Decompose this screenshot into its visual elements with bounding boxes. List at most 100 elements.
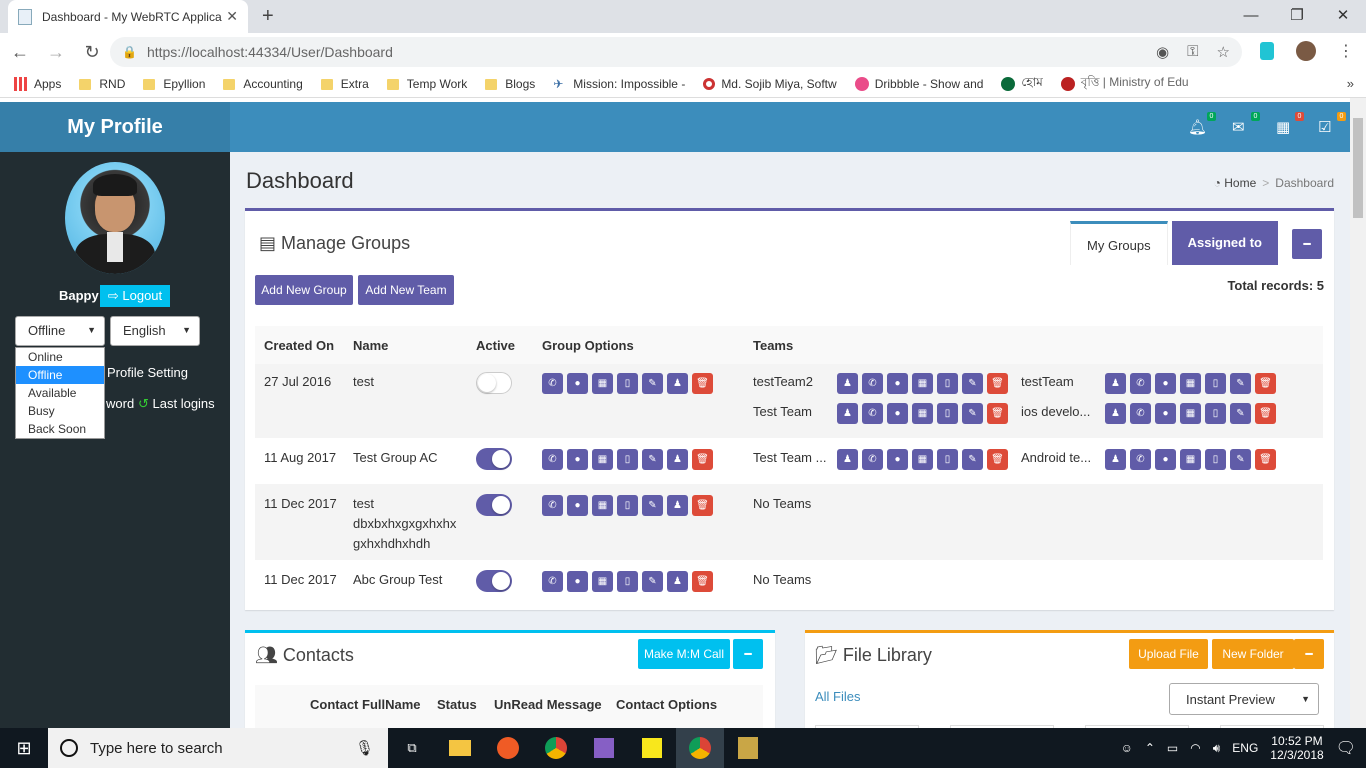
bookmark-link[interactable]: হোম xyxy=(1001,74,1043,94)
address-bar[interactable]: 🔒 https://localhost:44334/User/Dashboard… xyxy=(110,37,1242,67)
reload-icon[interactable]: ↻ xyxy=(76,42,108,63)
status-option[interactable]: Offline xyxy=(16,366,104,384)
back-icon[interactable]: ← xyxy=(4,42,36,63)
delete-icon[interactable]: 🗑︎ xyxy=(692,495,713,516)
user-icon[interactable]: ♟ xyxy=(667,373,688,394)
file-icon[interactable]: ▯ xyxy=(617,373,638,394)
add-new-group-button[interactable]: Add New Group xyxy=(255,275,353,305)
file-icon[interactable]: ▯ xyxy=(1205,373,1226,394)
maximize-icon[interactable]: ❐ xyxy=(1274,0,1320,30)
collapse-files-button[interactable]: ━ xyxy=(1294,639,1324,669)
bookmark-link[interactable]: Dribbble - Show and xyxy=(854,77,983,91)
wifi-icon[interactable]: ◠ xyxy=(1190,741,1200,755)
notifications-icon[interactable]: 🗨︎ xyxy=(1336,738,1356,758)
file-icon[interactable]: ▯ xyxy=(937,373,958,394)
user-icon[interactable]: ♟ xyxy=(837,449,858,470)
preview-mode-select[interactable]: Instant Preview ▼ xyxy=(1169,683,1319,715)
edit-icon[interactable]: ✎ xyxy=(642,373,663,394)
collapse-contacts-button[interactable]: ━ xyxy=(733,639,763,669)
delete-icon[interactable]: 🗑︎ xyxy=(692,373,713,394)
status-option[interactable]: Available xyxy=(16,384,104,402)
bookmark-link[interactable]: Md. Sojib Miya, Softw xyxy=(703,77,837,91)
last-logins-link[interactable]: ↺ Last logins xyxy=(138,396,215,412)
calendar-icon[interactable]: ▦ xyxy=(592,495,613,516)
close-tab-icon[interactable]: ✕ xyxy=(226,8,238,25)
chrome-icon[interactable] xyxy=(532,728,580,768)
calendar-icon[interactable]: ▦ xyxy=(912,403,933,424)
phone-icon[interactable]: ✆ xyxy=(862,403,883,424)
forward-icon[interactable]: → xyxy=(40,42,72,63)
chat-icon[interactable]: ● xyxy=(887,403,908,424)
bookmark-link[interactable]: ✈ Mission: Impossible - xyxy=(553,77,685,91)
delete-icon[interactable]: 🗑︎ xyxy=(692,571,713,592)
phone-icon[interactable]: ✆ xyxy=(542,373,563,394)
clock[interactable]: 10:52 PM 12/3/2018 xyxy=(1270,734,1323,762)
delete-icon[interactable]: 🗑︎ xyxy=(987,373,1008,394)
active-toggle[interactable] xyxy=(476,372,512,394)
chrome-active-icon[interactable] xyxy=(676,728,724,768)
page-scrollbar[interactable] xyxy=(1350,98,1366,728)
close-window-icon[interactable]: ✕ xyxy=(1320,0,1366,30)
bookmark-folder[interactable]: Temp Work xyxy=(386,77,467,91)
status-option[interactable]: Busy xyxy=(16,402,104,420)
file-icon[interactable]: ▯ xyxy=(1205,403,1226,424)
brand-logo[interactable]: My Profile xyxy=(0,102,230,152)
file-icon[interactable]: ▯ xyxy=(617,571,638,592)
key-icon[interactable]: ⚿ xyxy=(1187,43,1198,61)
logout-button[interactable]: ⇨ Logout xyxy=(100,285,170,307)
calendar-icon[interactable]: ▦ xyxy=(592,449,613,470)
file-icon[interactable]: ▯ xyxy=(1205,449,1226,470)
user-icon[interactable]: ♟ xyxy=(1105,403,1126,424)
scroll-thumb[interactable] xyxy=(1353,118,1363,218)
tab-assigned-to[interactable]: Assigned to xyxy=(1171,221,1278,265)
file-icon[interactable]: ▯ xyxy=(617,495,638,516)
all-files-link[interactable]: All Files xyxy=(815,689,861,704)
file-icon[interactable]: ▯ xyxy=(937,449,958,470)
delete-icon[interactable]: 🗑︎ xyxy=(1255,403,1276,424)
phone-icon[interactable]: ✆ xyxy=(1130,449,1151,470)
calendar-icon[interactable]: ▦ xyxy=(912,373,933,394)
taskbar-search[interactable]: Type here to search 🎙︎ xyxy=(48,728,388,768)
chat-icon[interactable]: ● xyxy=(567,495,588,516)
status-option[interactable]: Online xyxy=(16,348,104,366)
bookmark-apps[interactable]: Apps xyxy=(14,77,61,91)
edit-icon[interactable]: ✎ xyxy=(1230,403,1251,424)
edit-icon[interactable]: ✎ xyxy=(962,449,983,470)
bell-icon[interactable]: 🔔︎ 0 xyxy=(1188,112,1216,136)
file-icon[interactable]: ▯ xyxy=(617,449,638,470)
bookmark-folder[interactable]: Epyllion xyxy=(143,77,205,91)
calendar-icon[interactable]: ▦ 0 xyxy=(1276,112,1304,136)
edit-icon[interactable]: ✎ xyxy=(1230,449,1251,470)
people-icon[interactable]: ☺ xyxy=(1121,741,1133,755)
change-password-link[interactable]: word xyxy=(106,396,134,411)
microphone-icon[interactable]: 🎙︎ xyxy=(355,739,374,757)
browser-tab[interactable]: Dashboard - My WebRTC Applica ✕ xyxy=(8,0,248,33)
chat-icon[interactable]: ● xyxy=(887,449,908,470)
edit-icon[interactable]: ✎ xyxy=(962,373,983,394)
phone-icon[interactable]: ✆ xyxy=(862,373,883,394)
sticky-notes-icon[interactable] xyxy=(628,728,676,768)
user-icon[interactable]: ♟ xyxy=(1105,449,1126,470)
phone-icon[interactable]: ✆ xyxy=(1130,373,1151,394)
edit-icon[interactable]: ✎ xyxy=(962,403,983,424)
status-option[interactable]: Back Soon xyxy=(16,420,104,438)
bookmark-folder[interactable]: Extra xyxy=(320,77,369,91)
profile-setting-link[interactable]: Profile Setting xyxy=(107,365,188,380)
phone-icon[interactable]: ✆ xyxy=(542,495,563,516)
user-icon[interactable]: ♟ xyxy=(837,373,858,394)
new-tab-icon[interactable]: + xyxy=(262,5,274,28)
bookmark-folder[interactable]: Accounting xyxy=(223,77,303,91)
app-icon[interactable] xyxy=(724,728,772,768)
edit-icon[interactable]: ✎ xyxy=(642,449,663,470)
collapse-groups-button[interactable]: ━ xyxy=(1292,229,1322,259)
calendar-icon[interactable]: ▦ xyxy=(912,449,933,470)
upload-file-button[interactable]: Upload File xyxy=(1129,639,1208,669)
phone-icon[interactable]: ✆ xyxy=(1130,403,1151,424)
breadcrumb-home[interactable]: Home xyxy=(1224,176,1256,190)
phone-icon[interactable]: ✆ xyxy=(542,571,563,592)
new-folder-button[interactable]: New Folder xyxy=(1212,639,1294,669)
edit-icon[interactable]: ✎ xyxy=(642,571,663,592)
calendar-icon[interactable]: ▦ xyxy=(1180,403,1201,424)
calendar-icon[interactable]: ▦ xyxy=(592,373,613,394)
calendar-icon[interactable]: ▦ xyxy=(1180,373,1201,394)
